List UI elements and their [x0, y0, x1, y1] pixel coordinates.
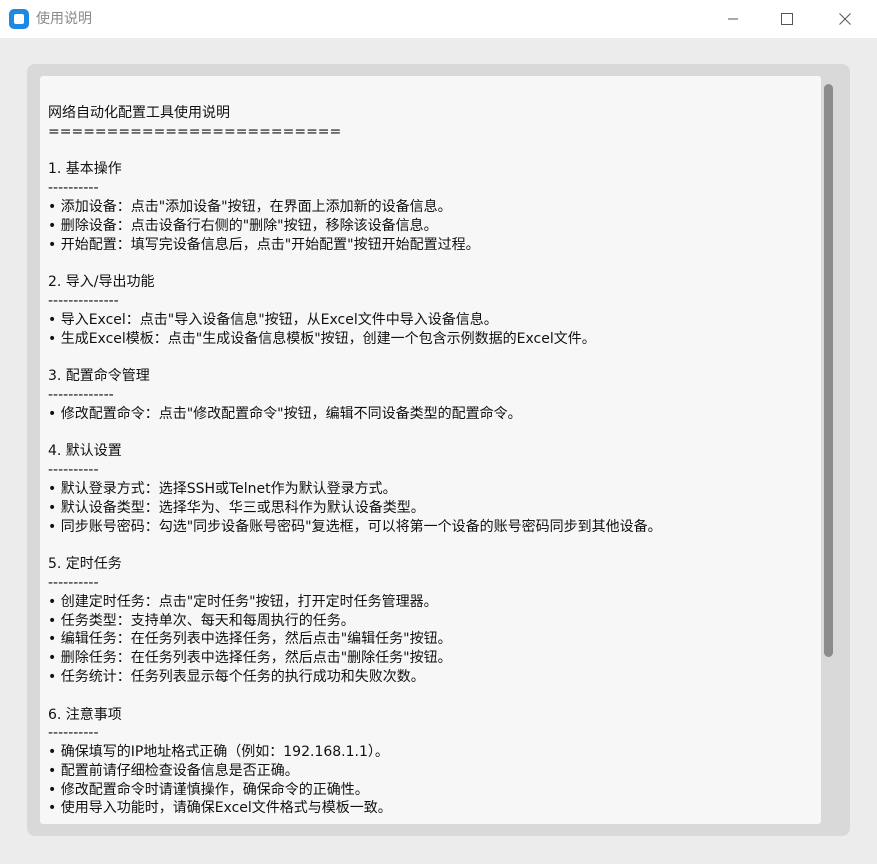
help-line: • 配置前请仔细检查设备信息是否正确。	[48, 762, 299, 779]
help-line: ----------	[48, 725, 99, 742]
help-line: =========================	[48, 123, 342, 140]
minimize-button[interactable]	[710, 0, 756, 38]
help-line: • 编辑任务：在任务列表中选择任务，然后点击"编辑任务"按钮。	[48, 631, 452, 648]
help-line: --------------	[48, 292, 119, 309]
help-line: • 确保填写的IP地址格式正确（例如：192.168.1.1）。	[48, 744, 389, 761]
help-line: • 导入Excel：点击"导入设备信息"按钮，从Excel文件中导入设备信息。	[48, 311, 498, 328]
title-bar: 使用说明	[0, 0, 877, 38]
maximize-icon	[781, 13, 793, 25]
close-icon	[839, 13, 851, 25]
help-line: • 同步账号密码：勾选"同步设备账号密码"复选框，可以将第一个设备的账号密码同步…	[48, 518, 662, 535]
help-line: 6. 注意事项	[48, 706, 122, 723]
help-text: 网络自动化配置工具使用说明 ========================= 1.…	[48, 104, 808, 818]
window-title: 使用说明	[36, 11, 92, 27]
help-line: • 默认登录方式：选择SSH或Telnet作为默认登录方式。	[48, 480, 397, 497]
minimize-icon	[728, 18, 738, 20]
help-text-area[interactable]: 网络自动化配置工具使用说明 ========================= 1.…	[40, 76, 821, 824]
help-line: 3. 配置命令管理	[48, 368, 150, 385]
help-line: • 修改配置命令时请谨慎操作，确保命令的正确性。	[48, 781, 369, 798]
help-line: • 删除设备：点击设备行右侧的"删除"按钮，移除该设备信息。	[48, 217, 438, 234]
help-line: 1. 基本操作	[48, 161, 122, 178]
help-line: • 添加设备：点击"添加设备"按钮，在界面上添加新的设备信息。	[48, 198, 452, 215]
help-line: • 修改配置命令：点击"修改配置命令"按钮，编辑不同设备类型的配置命令。	[48, 405, 522, 422]
close-button[interactable]	[822, 0, 868, 38]
help-line: 2. 导入/导出功能	[48, 274, 155, 291]
help-line: 网络自动化配置工具使用说明	[48, 105, 230, 121]
help-line: 5. 定时任务	[48, 556, 122, 573]
help-line: • 创建定时任务：点击"定时任务"按钮，打开定时任务管理器。	[48, 593, 438, 610]
help-line: • 删除任务：在任务列表中选择任务，然后点击"删除任务"按钮。	[48, 650, 452, 667]
help-line: ----------	[48, 180, 99, 197]
help-line: • 任务统计：任务列表显示每个任务的执行成功和失败次数。	[48, 668, 425, 685]
app-icon	[9, 9, 29, 29]
help-line: • 使用导入功能时，请确保Excel文件格式与模板一致。	[48, 800, 392, 817]
help-line: • 任务类型：支持单次、每天和每周执行的任务。	[48, 612, 355, 629]
scrollbar-thumb[interactable]	[824, 84, 833, 657]
help-line: ----------	[48, 574, 99, 591]
help-line: • 默认设备类型：选择华为、华三或思科作为默认设备类型。	[48, 499, 425, 516]
help-line: • 开始配置：填写完设备信息后，点击"开始配置"按钮开始配置过程。	[48, 236, 480, 253]
help-line: 4. 默认设置	[48, 443, 122, 460]
help-line: ----------	[48, 462, 99, 479]
help-line: • 生成Excel模板：点击"生成设备信息模板"按钮，创建一个包含示例数据的Ex…	[48, 330, 596, 347]
help-line: -------------	[48, 386, 114, 403]
maximize-button[interactable]	[764, 0, 810, 38]
